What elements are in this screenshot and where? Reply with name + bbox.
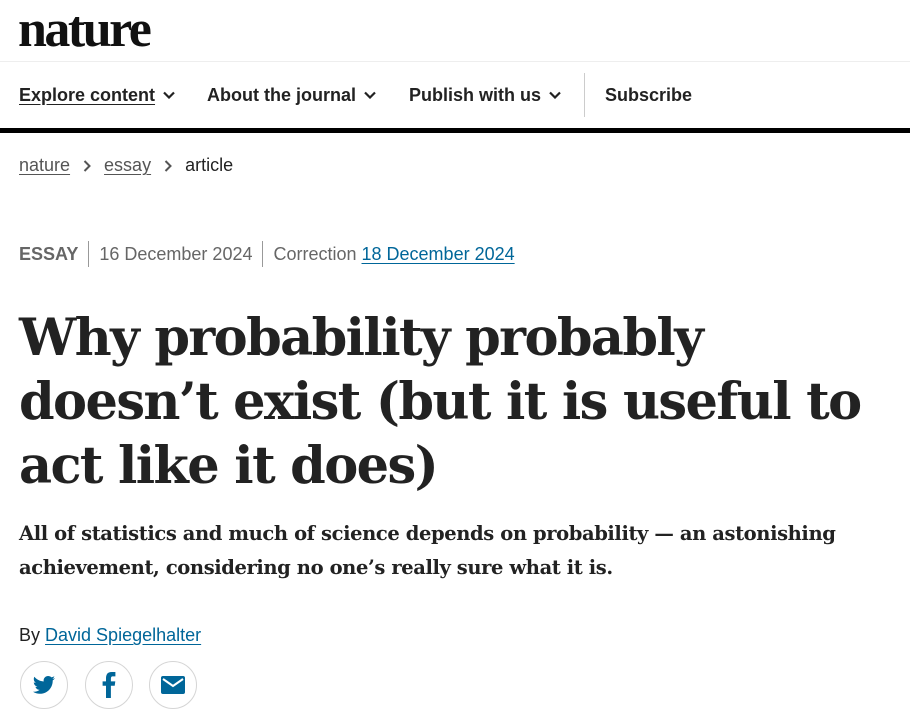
logo-bar: nature — [0, 0, 910, 62]
nav-about-the-journal-label: About the journal — [207, 84, 356, 105]
article-type-label: ESSAY — [19, 243, 79, 264]
nav-publish-with-us[interactable]: Publish with us — [409, 62, 561, 128]
share-email-button[interactable] — [149, 661, 197, 709]
article-title: Why probability probably doesn’t exist (… — [19, 308, 862, 496]
twitter-icon — [33, 676, 55, 694]
breadcrumb-essay[interactable]: essay — [104, 155, 151, 176]
chevron-down-icon — [549, 91, 561, 99]
byline: By David Spiegelhalter — [19, 625, 201, 646]
nav-divider — [584, 73, 585, 117]
chevron-right-icon — [83, 159, 91, 172]
correction-label: Correction — [273, 243, 357, 264]
chevron-down-icon — [364, 91, 376, 99]
share-facebook-button[interactable] — [85, 661, 133, 709]
email-icon — [161, 676, 185, 694]
main-nav: Explore content About the journal Publis… — [0, 62, 910, 133]
byline-prefix: By — [19, 625, 41, 645]
author-link[interactable]: David Spiegelhalter — [45, 625, 201, 645]
nature-logo[interactable]: nature — [18, 2, 152, 58]
nav-publish-with-us-label: Publish with us — [409, 84, 542, 105]
breadcrumb-nature[interactable]: nature — [19, 155, 70, 176]
meta-divider — [88, 241, 90, 267]
facebook-icon — [102, 672, 116, 698]
published-date: 16 December 2024 — [99, 243, 253, 264]
site-header: nature Explore content About the journal… — [0, 0, 910, 133]
breadcrumb-article: article — [185, 155, 234, 175]
meta-divider — [262, 241, 264, 267]
nav-subscribe-link[interactable]: Subscribe — [605, 62, 692, 128]
article-standfirst: All of statistics and much of science de… — [19, 522, 836, 579]
nav-about-the-journal[interactable]: About the journal — [207, 62, 376, 128]
correction-date-link[interactable]: 18 December 2024 — [362, 244, 515, 265]
chevron-down-icon — [163, 91, 175, 99]
article-meta: ESSAY 16 December 2024 Correction 18 Dec… — [19, 241, 515, 267]
chevron-right-icon — [164, 159, 172, 172]
breadcrumb: nature essay article — [19, 155, 233, 176]
share-twitter-button[interactable] — [20, 661, 68, 709]
nav-explore-content[interactable]: Explore content — [19, 62, 175, 128]
nav-explore-content-label: Explore content — [19, 84, 156, 105]
